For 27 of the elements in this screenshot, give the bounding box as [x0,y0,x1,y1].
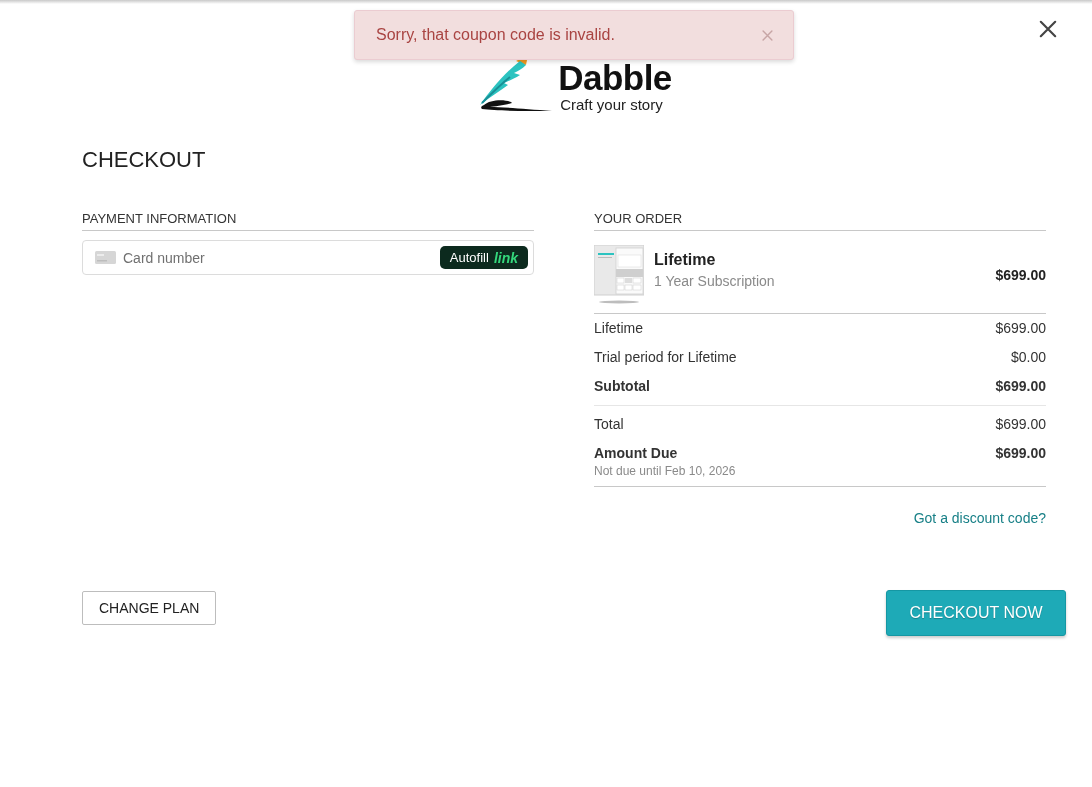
close-icon[interactable] [1039,20,1057,38]
line-note: Not due until Feb 10, 2026 [594,464,736,478]
line-label: Lifetime [594,320,644,337]
card-number-field[interactable]: Card number Autofill link [82,240,534,275]
card-icon [95,251,116,264]
line-label: Subtotal [594,378,650,395]
section-title: YOUR ORDER [594,211,1046,231]
discount-link[interactable]: Got a discount code? [913,510,1046,527]
line-amount: $0.00 [1010,349,1046,366]
product-name: Lifetime [654,250,717,269]
line-label: Trial period for Lifetime [594,349,737,366]
line-amount: $699.00 [995,416,1046,433]
autofill-button[interactable]: Autofill link [439,246,528,269]
logo-tagline: Craft your story [560,95,663,113]
product-description: 1 Year Subscription [654,273,775,290]
app-thumbnail [594,245,644,305]
line-amount: $699.00 [995,320,1046,337]
line-amount: $699.00 [995,378,1046,395]
page-heading: CHECKOUT [82,146,207,174]
line-amount: $699.00 [995,445,1046,462]
toast-message: Sorry, that coupon code is invalid. [376,26,615,44]
line-label: Amount Due [594,445,679,462]
logo-name: Dabble [558,59,672,96]
section-title: PAYMENT INFORMATION [82,211,534,231]
change-plan-button[interactable]: CHANGE PLAN [82,591,217,625]
product-price: $699.00 [995,267,1046,283]
line-label: Total [594,416,624,433]
